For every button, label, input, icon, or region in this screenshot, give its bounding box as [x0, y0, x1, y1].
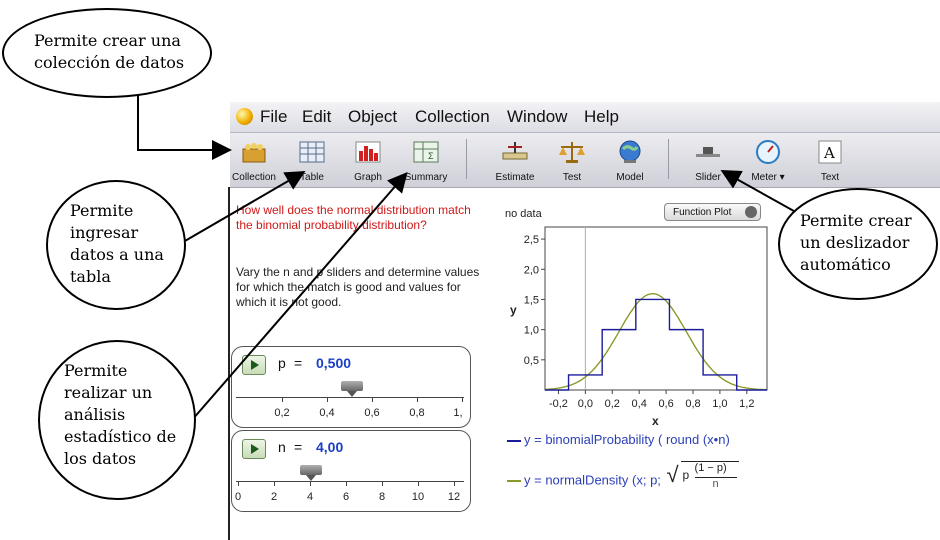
callout-summary-text: Permite realizar un análisis estadístico… [64, 361, 177, 468]
callout-table: Permite ingresar datos a una tabla [46, 180, 186, 310]
arrow-summary [191, 171, 408, 421]
callout-table-text: Permite ingresar datos a una tabla [70, 201, 164, 286]
arrow-collection [137, 92, 232, 160]
callout-slider: Permite crear un deslizador automático [778, 188, 938, 300]
arrow-table [177, 170, 306, 246]
callout-summary: Permite realizar un análisis estadístico… [38, 340, 196, 500]
callout-collection-text: Permite crear una colección de datos [34, 31, 185, 72]
callout-slider-text: Permite crear un deslizador automático [800, 211, 912, 274]
callout-collection: Permite crear una colección de datos [2, 8, 212, 98]
